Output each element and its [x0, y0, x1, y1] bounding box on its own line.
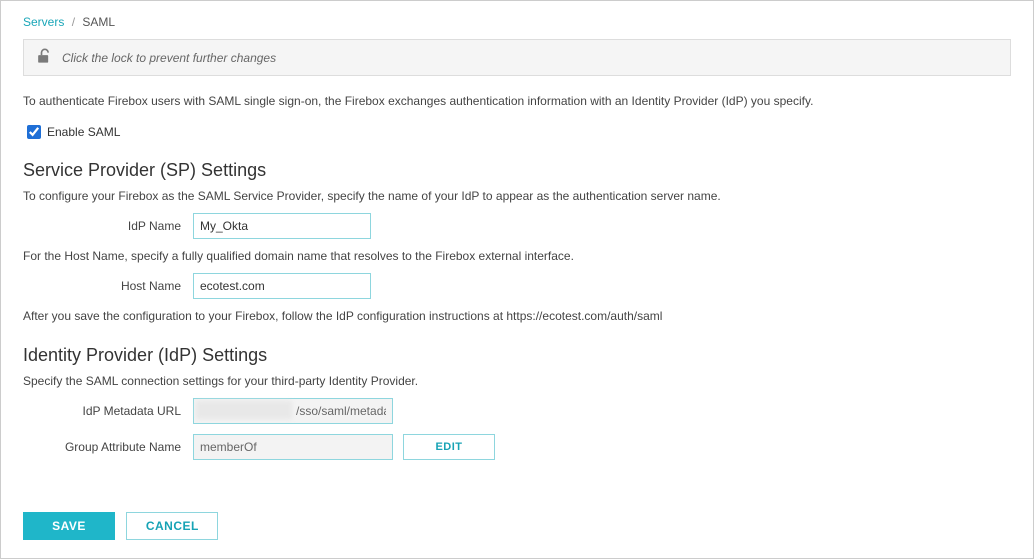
- breadcrumb-servers-link[interactable]: Servers: [23, 15, 64, 29]
- enable-saml-label[interactable]: Enable SAML: [47, 125, 120, 139]
- sp-desc2: For the Host Name, specify a fully quali…: [23, 249, 1011, 263]
- breadcrumb-current: SAML: [82, 15, 115, 29]
- host-name-label: Host Name: [23, 279, 193, 293]
- idp-name-label: IdP Name: [23, 219, 193, 233]
- enable-saml-checkbox[interactable]: [27, 125, 41, 139]
- lock-bar: Click the lock to prevent further change…: [23, 39, 1011, 76]
- save-button[interactable]: Save: [23, 512, 115, 540]
- intro-text: To authenticate Firebox users with SAML …: [23, 94, 1011, 108]
- idp-metadata-url-label: IdP Metadata URL: [23, 404, 193, 418]
- sp-settings-title: Service Provider (SP) Settings: [23, 160, 1011, 181]
- sp-desc1: To configure your Firebox as the SAML Se…: [23, 189, 1011, 203]
- idp-name-input[interactable]: [193, 213, 371, 239]
- group-attribute-name-input[interactable]: [193, 434, 393, 460]
- idp-desc: Specify the SAML connection settings for…: [23, 374, 1011, 388]
- host-name-input[interactable]: [193, 273, 371, 299]
- breadcrumb: Servers / SAML: [23, 15, 1011, 29]
- idp-settings-title: Identity Provider (IdP) Settings: [23, 345, 1011, 366]
- breadcrumb-separator: /: [72, 15, 75, 29]
- unlock-icon[interactable]: [34, 46, 54, 69]
- redacted-blur: [196, 401, 292, 419]
- edit-button[interactable]: Edit: [403, 434, 495, 460]
- group-attribute-name-label: Group Attribute Name: [23, 440, 193, 454]
- lock-bar-message: Click the lock to prevent further change…: [62, 51, 276, 65]
- cancel-button[interactable]: Cancel: [126, 512, 218, 540]
- after-save-text: After you save the configuration to your…: [23, 309, 1011, 323]
